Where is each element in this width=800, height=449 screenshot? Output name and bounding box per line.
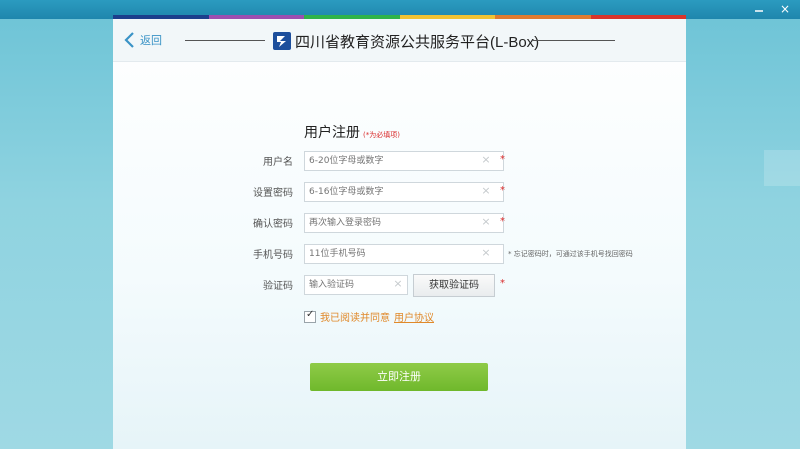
required-star: * [500, 278, 505, 289]
user-agreement-link[interactable]: 用户协议 [394, 309, 434, 324]
clear-icon[interactable]: × [480, 247, 492, 259]
form-title: 用户注册 [304, 124, 360, 140]
confirm-password-row: 确认密码 × * [113, 213, 686, 233]
username-label: 用户名 [263, 157, 293, 168]
required-star: * [500, 154, 505, 165]
captcha-row: 验证码 × 获取验证码 * [113, 274, 686, 297]
clear-icon[interactable]: × [480, 185, 492, 197]
title-divider-left [185, 40, 265, 41]
window-title-bar: × [0, 0, 800, 19]
page-title-group: 四川省教育资源公共服务平台(L-Box) [273, 30, 539, 52]
required-note: (*为必填项) [363, 131, 400, 139]
password-label: 设置密码 [253, 188, 293, 199]
close-icon[interactable]: × [778, 2, 792, 16]
password-input[interactable] [304, 182, 504, 202]
chevron-left-icon [123, 31, 137, 49]
side-tab[interactable] [764, 150, 800, 186]
phone-input[interactable] [304, 244, 504, 264]
clear-icon[interactable]: × [392, 278, 404, 290]
clear-icon[interactable]: × [480, 216, 492, 228]
page-title: 四川省教育资源公共服务平台(L-Box) [295, 33, 540, 51]
register-button[interactable]: 立即注册 [310, 363, 488, 391]
title-divider-right [533, 40, 615, 41]
agree-checkbox[interactable]: ✓ [304, 308, 316, 323]
required-star: * [500, 216, 505, 227]
window-controls: × [752, 2, 792, 16]
phone-row: 手机号码 × * 忘记密码时，可通过该手机号找回密码 [113, 244, 686, 264]
minimize-icon[interactable] [752, 2, 766, 16]
captcha-label: 验证码 [263, 281, 293, 292]
form-heading: 用户注册 (*为必填项) [304, 122, 400, 142]
phone-label: 手机号码 [253, 250, 293, 261]
required-star: * [500, 185, 505, 196]
panel-header: 返回 四川省教育资源公共服务平台(L-Box) [113, 19, 686, 62]
back-label: 返回 [140, 34, 162, 47]
confirm-password-input[interactable] [304, 213, 504, 233]
clear-icon[interactable]: × [480, 154, 492, 166]
agree-text: 我已阅读并同意 [320, 313, 390, 324]
confirm-password-label: 确认密码 [253, 219, 293, 230]
checkmark-icon: ✓ [306, 308, 315, 320]
agreement: ✓ 我已阅读并同意 用户协议 [304, 309, 434, 324]
register-panel: 返回 四川省教育资源公共服务平台(L-Box) 用户注册 (*为必填项) 用户名… [113, 19, 686, 449]
username-row: 用户名 × * [113, 151, 686, 171]
lbox-logo-icon [273, 32, 291, 50]
password-row: 设置密码 × * [113, 182, 686, 202]
back-button[interactable]: 返回 [123, 31, 162, 49]
username-input[interactable] [304, 151, 504, 171]
phone-hint: * 忘记密码时，可通过该手机号找回密码 [508, 250, 633, 258]
get-code-button[interactable]: 获取验证码 [413, 274, 495, 297]
